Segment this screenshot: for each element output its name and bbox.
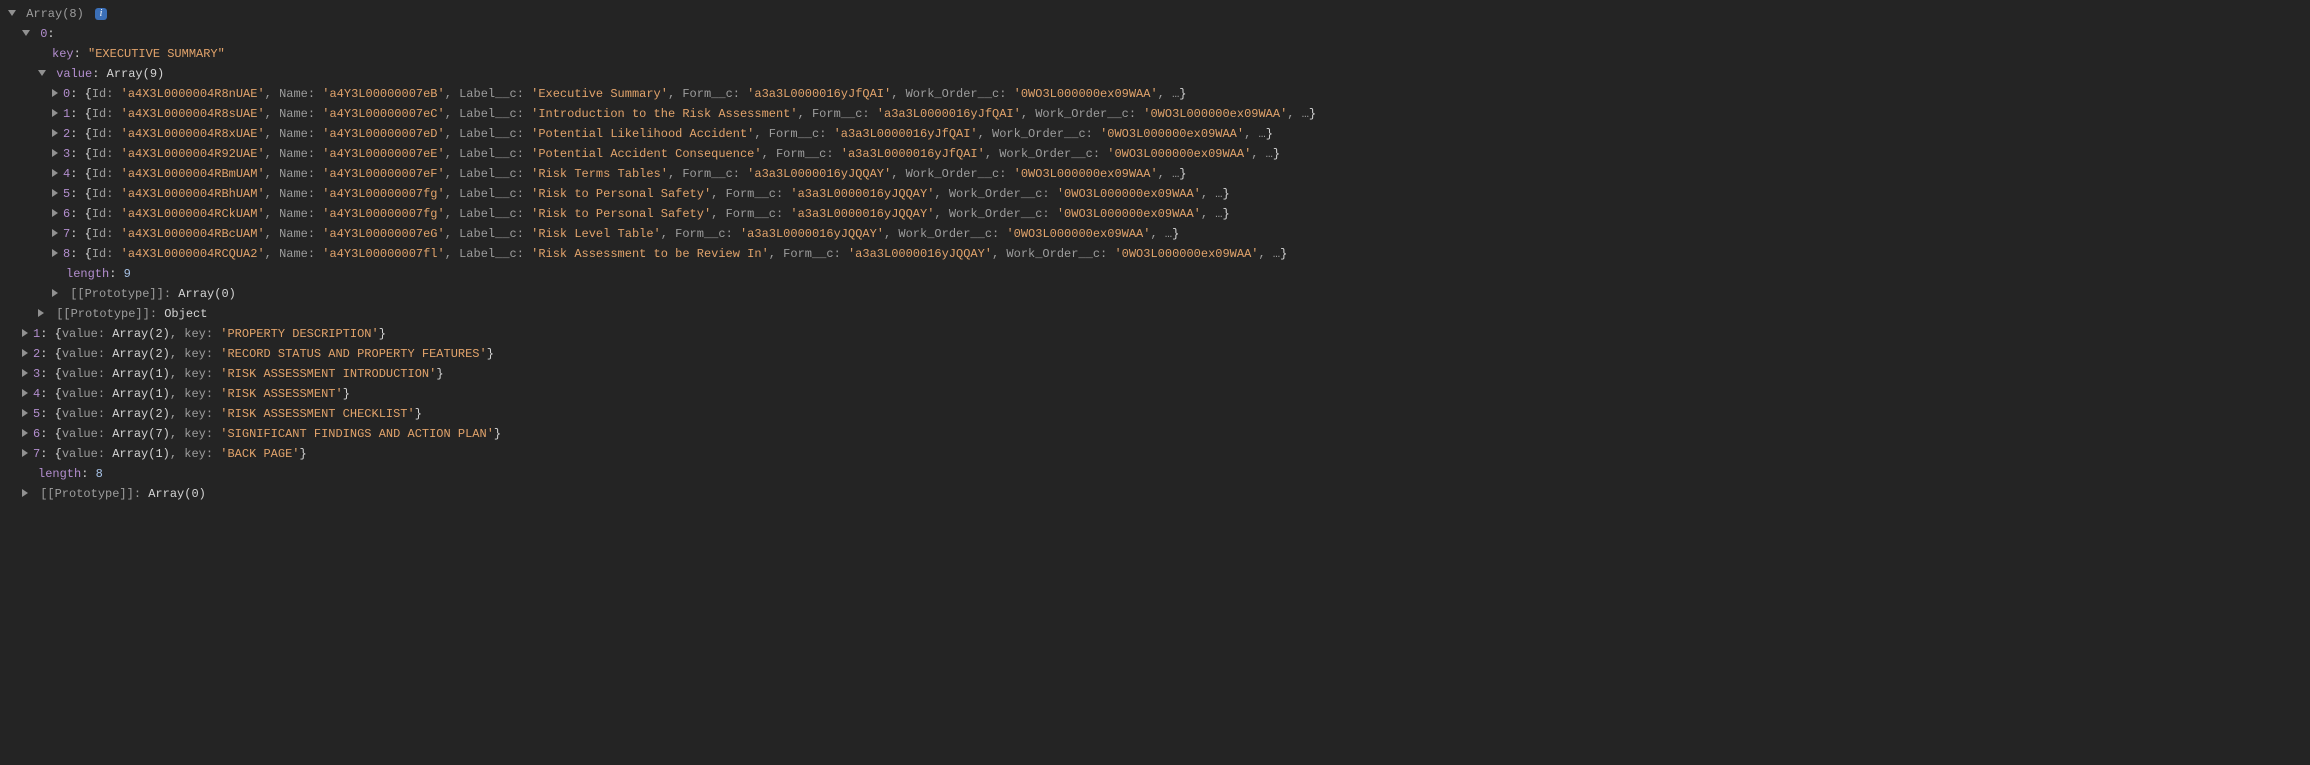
caret-right-icon[interactable] xyxy=(52,249,58,257)
obj-key-line[interactable]: key: "EXECUTIVE SUMMARY" xyxy=(8,44,2302,64)
caret-right-icon[interactable] xyxy=(52,189,58,197)
prop-key: value xyxy=(56,67,92,81)
caret-right-icon[interactable] xyxy=(22,409,28,417)
caret-right-icon[interactable] xyxy=(22,489,28,497)
colon: : xyxy=(47,27,54,41)
value-array-row[interactable]: 4: {Id: 'a4X3L0000004RBmUAM', Name: 'a4Y… xyxy=(8,164,2302,184)
array-index-collapsed[interactable]: 1: {value: Array(2), key: 'PROPERTY DESC… xyxy=(8,324,2302,344)
value-array-row[interactable]: 1: {Id: 'a4X3L0000004R8sUAE', Name: 'a4Y… xyxy=(8,104,2302,124)
caret-down-icon[interactable] xyxy=(22,30,30,36)
array-type: Array(9) xyxy=(107,67,165,81)
prop-value: "EXECUTIVE SUMMARY" xyxy=(88,47,225,61)
value-array-row[interactable]: 6: {Id: 'a4X3L0000004RCkUAM', Name: 'a4Y… xyxy=(8,204,2302,224)
prop-key: key xyxy=(52,47,74,61)
info-icon[interactable]: i xyxy=(95,8,107,20)
caret-down-icon[interactable] xyxy=(38,70,46,76)
value-array-row[interactable]: 7: {Id: 'a4X3L0000004RBcUAM', Name: 'a4Y… xyxy=(8,224,2302,244)
array-label: Array(8) xyxy=(26,7,84,21)
prototype-inner[interactable]: [[Prototype]]: Array(0) xyxy=(8,284,2302,304)
length-value: 8 xyxy=(96,467,103,481)
array-index-collapsed[interactable]: 2: {value: Array(2), key: 'RECORD STATUS… xyxy=(8,344,2302,364)
caret-right-icon[interactable] xyxy=(52,109,58,117)
caret-right-icon[interactable] xyxy=(52,89,58,97)
proto-label: [[Prototype]] xyxy=(56,307,150,321)
value-array-row[interactable]: 0: {Id: 'a4X3L0000004R8nUAE', Name: 'a4Y… xyxy=(8,84,2302,104)
length-line[interactable]: length: 9 xyxy=(8,264,2302,284)
caret-down-icon[interactable] xyxy=(8,10,16,16)
prototype-outer[interactable]: [[Prototype]]: Object xyxy=(8,304,2302,324)
proto-value: Array(0) xyxy=(178,287,236,301)
caret-right-icon[interactable] xyxy=(22,349,28,357)
caret-right-icon[interactable] xyxy=(22,329,28,337)
proto-label: [[Prototype]] xyxy=(40,487,134,501)
caret-right-icon[interactable] xyxy=(52,209,58,217)
root-array[interactable]: Array(8) i xyxy=(8,4,2302,24)
length-label: length xyxy=(38,467,81,481)
caret-right-icon[interactable] xyxy=(22,389,28,397)
array-index-collapsed[interactable]: 7: {value: Array(1), key: 'BACK PAGE'} xyxy=(8,444,2302,464)
caret-right-icon[interactable] xyxy=(52,229,58,237)
array-index-collapsed[interactable]: 4: {value: Array(1), key: 'RISK ASSESSME… xyxy=(8,384,2302,404)
value-array-row[interactable]: 2: {Id: 'a4X3L0000004R8xUAE', Name: 'a4Y… xyxy=(8,124,2302,144)
caret-right-icon[interactable] xyxy=(52,169,58,177)
value-array-row[interactable]: 8: {Id: 'a4X3L0000004RCQUA2', Name: 'a4Y… xyxy=(8,244,2302,264)
array-index-collapsed[interactable]: 3: {value: Array(1), key: 'RISK ASSESSME… xyxy=(8,364,2302,384)
array-index-0[interactable]: 0: xyxy=(8,24,2302,44)
proto-value: Object xyxy=(164,307,207,321)
outer-prototype[interactable]: [[Prototype]]: Array(0) xyxy=(8,484,2302,504)
proto-value: Array(0) xyxy=(148,487,206,501)
array-index-collapsed[interactable]: 5: {value: Array(2), key: 'RISK ASSESSME… xyxy=(8,404,2302,424)
outer-length-line[interactable]: length: 8 xyxy=(8,464,2302,484)
obj-value-line[interactable]: value: Array(9) xyxy=(8,64,2302,84)
caret-right-icon[interactable] xyxy=(52,289,58,297)
length-label: length xyxy=(66,267,109,281)
caret-right-icon[interactable] xyxy=(52,129,58,137)
value-array-row[interactable]: 5: {Id: 'a4X3L0000004RBhUAM', Name: 'a4Y… xyxy=(8,184,2302,204)
proto-label: [[Prototype]] xyxy=(70,287,164,301)
caret-right-icon[interactable] xyxy=(52,149,58,157)
caret-right-icon[interactable] xyxy=(38,309,44,317)
caret-right-icon[interactable] xyxy=(22,429,28,437)
value-array-row[interactable]: 3: {Id: 'a4X3L0000004R92UAE', Name: 'a4Y… xyxy=(8,144,2302,164)
length-value: 9 xyxy=(124,267,131,281)
caret-right-icon[interactable] xyxy=(22,449,28,457)
array-index-collapsed[interactable]: 6: {value: Array(7), key: 'SIGNIFICANT F… xyxy=(8,424,2302,444)
caret-right-icon[interactable] xyxy=(22,369,28,377)
